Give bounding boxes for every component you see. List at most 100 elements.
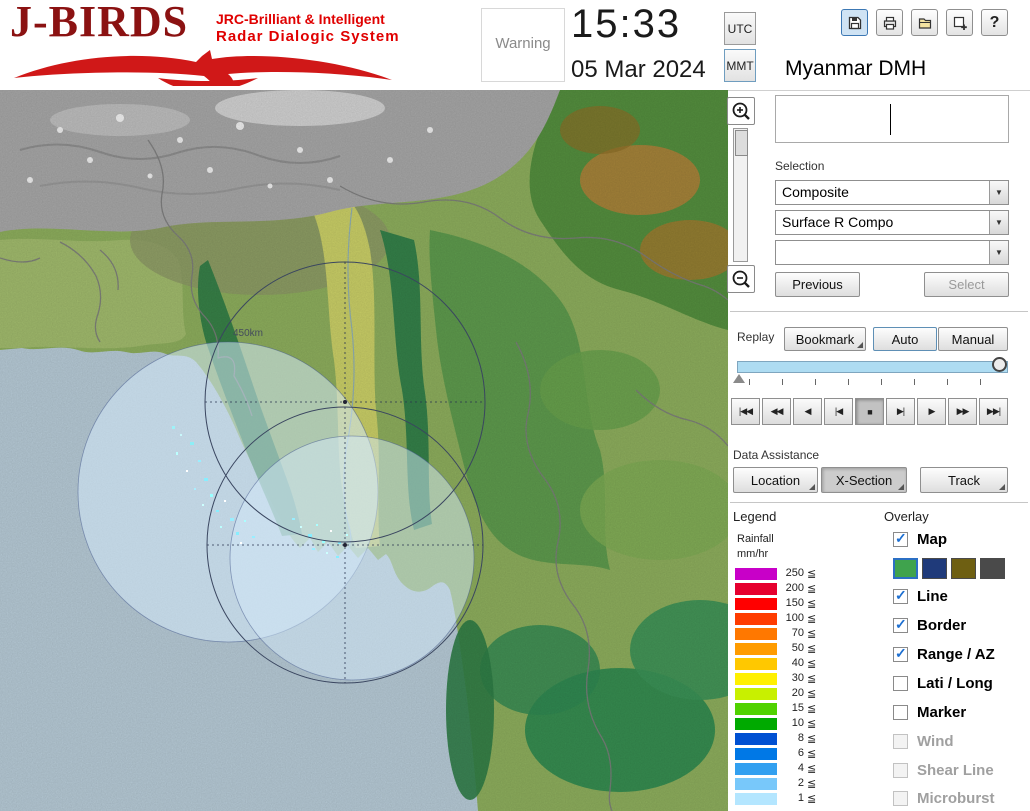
bookmark-button[interactable]: Bookmark [784,327,866,351]
chevron-down-icon[interactable]: ▼ [989,211,1008,234]
map-style-swatch-olive[interactable] [951,558,976,579]
zoom-slider-thumb[interactable] [735,130,748,156]
overlay-item-label: Range / AZ [917,646,995,663]
x-section-button[interactable]: X-Section [821,467,907,493]
message-textbox[interactable] [775,95,1009,143]
overlay-row-range-az: Range / AZ [893,645,1028,666]
previous-button[interactable]: Previous [775,272,860,297]
playback-forward-button[interactable]: ▶▶ [948,398,977,425]
legend-row: 70 ≦ [735,627,835,642]
playback-first-button[interactable]: |◀◀ [731,398,760,425]
legend-unit-line1: Rainfall [737,533,774,545]
zoom-slider[interactable] [733,128,748,262]
selection-section-label: Selection [775,159,825,173]
legend-row: 1 ≦ [735,792,835,807]
export-plus-icon [953,16,967,30]
time-slider-handle[interactable] [992,357,1007,372]
lte-symbol: ≦ [807,628,817,640]
lte-symbol: ≦ [807,793,817,805]
lte-symbol: ≦ [807,763,817,775]
select-button[interactable]: Select [924,272,1009,297]
border-checkbox[interactable] [893,616,908,633]
legend-color-swatch [735,583,777,595]
playback-last-button[interactable]: ▶▶| [979,398,1008,425]
map-checkbox[interactable] [893,530,908,547]
marker-checkbox[interactable] [893,705,908,720]
mmt-toggle-button[interactable]: MMT [724,49,756,82]
option-dropdown[interactable]: ▼ [775,240,1009,265]
overlay-item-label: Map [917,531,947,548]
legend-value: 200 [785,582,804,594]
map-style-swatch-navy[interactable] [922,558,947,579]
app-logo-title: J-BIRDS [10,0,189,46]
track-button[interactable]: Track [920,467,1008,493]
map-style-swatch-gray[interactable] [980,558,1005,579]
eagle-logo-icon [14,50,392,86]
overlay-row-map: Map [893,530,1028,551]
legend-value: 150 [785,597,804,609]
legend-color-swatch [735,658,777,670]
zoom-out-button[interactable] [727,265,755,293]
coverage-disc-south [229,435,475,681]
chevron-down-icon[interactable]: ▼ [989,241,1008,264]
composite-dropdown-value: Composite [782,184,849,200]
location-button[interactable]: Location [733,467,818,493]
playback-step-back-button[interactable]: |◀ [824,398,853,425]
help-button[interactable]: ? [981,9,1008,36]
time-slider-marker-icon[interactable] [733,374,745,383]
legend-section-label: Legend [733,509,777,524]
time-slider[interactable] [737,361,1008,373]
legend-value: 20 [791,687,804,699]
map-style-swatch-green[interactable] [893,558,918,579]
legend-color-swatch [735,643,777,655]
legend-color-swatch [735,703,777,715]
zoom-in-button[interactable] [727,97,755,125]
export-button[interactable] [946,9,973,36]
product-dropdown[interactable]: Surface R Compo ▼ [775,210,1009,235]
folder-icon [918,17,931,29]
composite-dropdown[interactable]: Composite ▼ [775,180,1009,205]
line-checkbox[interactable] [893,587,908,604]
legend-row: 150 ≦ [735,597,835,612]
legend-value: 100 [785,612,804,624]
utc-toggle-button[interactable]: UTC [724,12,756,45]
clock-date: 05 Mar 2024 [571,56,706,83]
terrain-map-image: 450km [0,90,770,811]
playback-rewind-button[interactable]: ◀◀ [762,398,791,425]
chevron-down-icon[interactable]: ▼ [989,181,1008,204]
overlay-item-label: Marker [917,704,967,721]
lte-symbol: ≦ [807,673,817,685]
auto-mode-button[interactable]: Auto [873,327,937,351]
lte-symbol: ≦ [807,658,817,670]
legend-color-swatch [735,793,777,805]
legend-row: 8 ≦ [735,732,835,747]
manual-mode-button[interactable]: Manual [938,327,1008,351]
playback-stop-button[interactable]: ■ [855,398,884,425]
range-az-checkbox[interactable] [893,645,908,662]
text-caret [890,104,891,135]
legend-unit-line2: mm/hr [737,548,769,560]
legend-value: 6 [797,747,804,759]
playback-play-button[interactable]: ▶ [917,398,946,425]
shear-line-checkbox [893,763,908,778]
save-icon [848,16,861,29]
save-button[interactable] [841,9,868,36]
legend-value: 70 [791,627,804,639]
zoom-in-icon [732,102,750,120]
playback-step-forward-button[interactable]: ▶| [886,398,915,425]
overlay-item-label: Wind [917,733,954,750]
overlay-row-marker: Marker [893,704,1028,724]
overlay-item-label: Line [917,588,948,605]
print-icon [883,16,896,30]
playback-reverse-button[interactable]: ◀ [793,398,822,425]
legend-row: 15 ≦ [735,702,835,717]
replay-section-label: Replay [737,330,775,344]
legend-value: 4 [797,762,804,774]
print-button[interactable] [876,9,903,36]
clock-time: 15:33 [571,2,682,46]
radar-map[interactable]: 450km [0,90,770,811]
open-folder-button[interactable] [911,9,938,36]
lati-long-checkbox[interactable] [893,676,908,691]
logo-tagline-1: JRC-Brilliant & Intelligent [216,11,385,27]
lte-symbol: ≦ [807,688,817,700]
